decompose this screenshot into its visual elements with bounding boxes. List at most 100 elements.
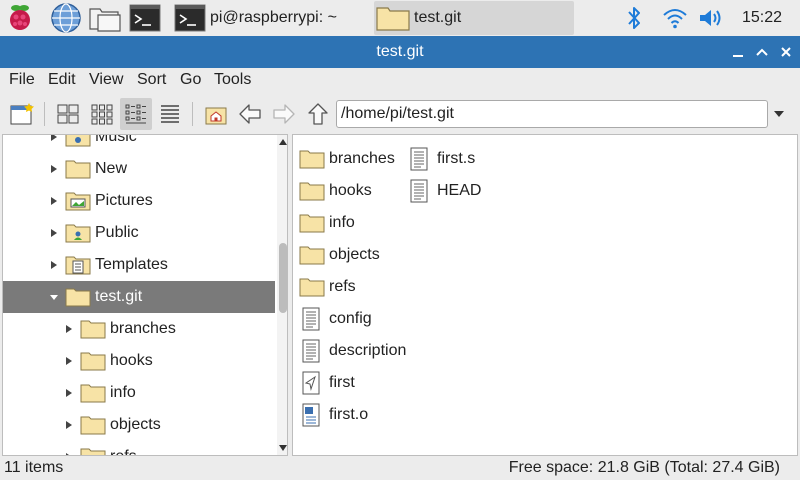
globe-icon [51, 3, 81, 33]
expander-right-icon[interactable] [64, 420, 74, 430]
tree-item-info[interactable]: info [3, 377, 275, 409]
file-name: first.o [329, 406, 369, 423]
scroll-down-icon[interactable] [279, 445, 287, 451]
list-view-button[interactable] [154, 98, 186, 130]
tree-item-branches[interactable]: branches [3, 313, 275, 345]
taskbar: pi@raspberrypi: ~ test.git 15:22 [0, 0, 800, 37]
music-folder-icon [65, 135, 91, 147]
file-item[interactable]: refs [299, 273, 356, 301]
terminal-launcher[interactable] [129, 2, 161, 34]
raspberry-icon [10, 5, 30, 30]
expander-down-icon[interactable] [49, 292, 59, 302]
expander-right-icon[interactable] [64, 324, 74, 334]
home-button[interactable] [200, 98, 232, 130]
file-manager-launcher[interactable] [88, 2, 122, 34]
expander-right-icon[interactable] [64, 388, 74, 398]
file-item[interactable]: HEAD [407, 177, 481, 205]
taskbar-task-file-manager[interactable]: test.git [374, 1, 574, 35]
tree-item-public[interactable]: Public [3, 217, 275, 249]
tree-item-label: objects [110, 416, 161, 433]
free-space: Free space: 21.8 GiB (Total: 27.4 GiB) [508, 459, 780, 476]
file-view[interactable]: branches hooks info objects refs config … [292, 134, 798, 456]
directory-tree[interactable]: Music New Pictures Public Templates test… [2, 134, 288, 456]
path-field[interactable] [336, 100, 768, 128]
compact-view-button[interactable] [120, 98, 152, 130]
up-button[interactable] [302, 98, 334, 130]
expander-right-icon[interactable] [49, 260, 59, 270]
volume-tray[interactable] [698, 2, 724, 34]
folder-icon [299, 214, 325, 233]
folder-icon [80, 352, 106, 371]
tree-item-label: Music [95, 134, 137, 145]
expander-right-icon[interactable] [49, 196, 59, 206]
tree-item-music[interactable]: Music [3, 134, 275, 153]
tree-item-hooks[interactable]: hooks [3, 345, 275, 377]
forward-button[interactable] [268, 98, 300, 130]
tree-scrollbar[interactable] [277, 135, 287, 455]
folder-icon [299, 278, 325, 297]
file-item[interactable]: first [299, 369, 355, 397]
tree-item-pictures[interactable]: Pictures [3, 185, 275, 217]
tree-item-test-git[interactable]: test.git [3, 281, 275, 313]
expander-right-icon[interactable] [49, 228, 59, 238]
menu-file[interactable]: File [9, 71, 35, 89]
list-view-icon [161, 105, 179, 123]
tree-item-label: refs [110, 448, 137, 455]
folders-icon [89, 8, 121, 32]
arrow-up-icon [308, 103, 328, 125]
folder-icon [299, 182, 325, 201]
browser-launcher[interactable] [50, 2, 82, 34]
expander-right-icon[interactable] [64, 356, 74, 366]
back-button[interactable] [234, 98, 266, 130]
thumbnail-view-button[interactable] [86, 98, 118, 130]
tree-scrollbar-thumb[interactable] [279, 243, 287, 313]
tree-item-refs[interactable]: refs [3, 441, 275, 455]
menu-view[interactable]: View [89, 71, 123, 89]
toolbar-separator [44, 102, 45, 126]
taskbar-task-terminal[interactable]: pi@raspberrypi: ~ [174, 1, 337, 35]
file-manager-task-label: test.git [414, 9, 462, 26]
maximize-button[interactable] [752, 42, 772, 62]
menu-go[interactable]: Go [180, 71, 201, 89]
new-window-button[interactable] [6, 98, 38, 130]
file-item[interactable]: hooks [299, 177, 372, 205]
file-item[interactable]: objects [299, 241, 380, 269]
path-dropdown-button[interactable] [772, 108, 786, 120]
folder-icon [299, 246, 325, 265]
raspberry-menu-button[interactable] [6, 2, 34, 34]
icon-view-button[interactable] [52, 98, 84, 130]
path-input[interactable] [341, 105, 761, 123]
file-item[interactable]: branches [299, 145, 395, 173]
file-name: branches [329, 150, 395, 167]
close-button[interactable] [776, 42, 796, 62]
expander-right-icon[interactable] [49, 164, 59, 174]
expander-right-icon[interactable] [49, 134, 59, 142]
folder-icon [299, 150, 325, 169]
file-item[interactable]: description [299, 337, 406, 365]
minimize-button[interactable] [728, 42, 748, 62]
clock[interactable]: 15:22 [742, 9, 782, 27]
status-bar: 11 items Free space: 21.8 GiB (Total: 27… [0, 456, 800, 480]
tree-item-label: info [110, 384, 136, 401]
chevron-down-icon [774, 111, 784, 117]
file-item[interactable]: config [299, 305, 372, 333]
text-file-icon [302, 307, 320, 331]
window-titlebar[interactable]: test.git [0, 36, 800, 68]
file-item[interactable]: info [299, 209, 355, 237]
bluetooth-tray[interactable] [624, 2, 644, 34]
executable-file-icon [302, 371, 320, 395]
tree-item-new[interactable]: New [3, 153, 275, 185]
tree-item-label: Templates [95, 256, 168, 273]
tree-item-templates[interactable]: Templates [3, 249, 275, 281]
file-item[interactable]: first.o [299, 401, 368, 429]
file-item[interactable]: first.s [407, 145, 475, 173]
tree-item-objects[interactable]: objects [3, 409, 275, 441]
scroll-up-icon[interactable] [279, 139, 287, 145]
wifi-tray[interactable] [662, 2, 688, 34]
file-name: first.s [437, 150, 476, 167]
menu-tools[interactable]: Tools [214, 71, 251, 89]
menu-edit[interactable]: Edit [48, 71, 76, 89]
file-name: config [329, 310, 372, 327]
menu-sort[interactable]: Sort [137, 71, 166, 89]
wifi-icon [663, 9, 687, 29]
